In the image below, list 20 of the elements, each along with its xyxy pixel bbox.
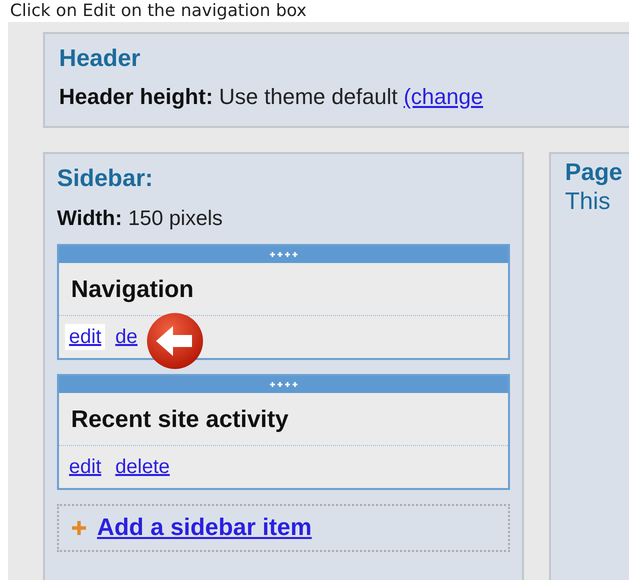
delete-link[interactable]: delete <box>111 454 174 480</box>
field-label: Header height: <box>59 84 214 109</box>
section-title: Page <box>565 158 624 188</box>
widget-title: Recent site activity <box>59 393 508 446</box>
field-label: Width: <box>57 207 122 230</box>
grip-icon <box>268 381 298 388</box>
grip-icon <box>268 251 298 258</box>
plus-icon <box>71 520 87 536</box>
section-text: This <box>565 188 612 216</box>
edit-link[interactable]: edit <box>65 454 106 480</box>
change-link[interactable]: (change <box>404 84 484 109</box>
delete-link[interactable]: de <box>111 324 142 350</box>
edit-link[interactable]: edit <box>65 324 106 350</box>
section-title: Sidebar: <box>57 164 154 194</box>
field-value: Use theme default <box>219 84 398 109</box>
section-title: Header <box>59 44 142 74</box>
field-value: 150 pixels <box>128 207 223 230</box>
drag-handle-bar[interactable] <box>59 376 508 393</box>
instruction-caption: Click on Edit on the navigation box <box>9 0 308 22</box>
drag-handle-bar[interactable] <box>59 246 508 263</box>
